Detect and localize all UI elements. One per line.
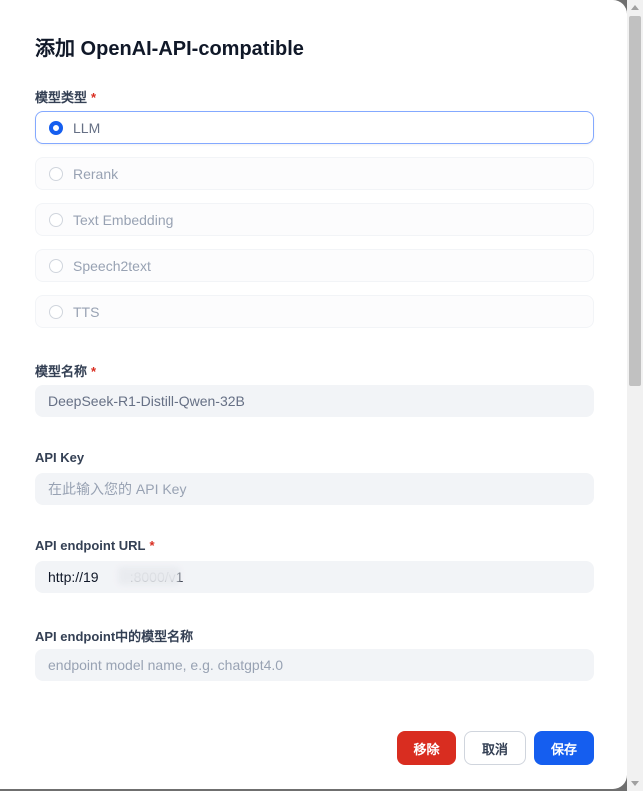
model-name-input[interactable] (35, 385, 594, 417)
radio-unchecked-icon (49, 213, 63, 227)
option-label: Text Embedding (73, 212, 174, 228)
radio-unchecked-icon (49, 305, 63, 319)
add-model-dialog: 添加 OpenAI-API-compatible 模型类型 * LLM Reran… (0, 0, 627, 789)
model-name-label-text: 模型名称 (35, 364, 88, 379)
model-type-label-text: 模型类型 (35, 90, 88, 105)
endpoint-model-name-input[interactable] (35, 649, 594, 681)
model-type-option-text-embedding[interactable]: Text Embedding (35, 203, 594, 236)
endpoint-url-label: API endpoint URL * (35, 538, 155, 553)
redacted-ip-blur (118, 567, 180, 585)
endpoint-model-name-label: API endpoint中的模型名称 (35, 629, 194, 644)
scroll-down-arrow-icon[interactable] (631, 781, 639, 786)
required-mark: * (149, 538, 155, 553)
remove-button[interactable]: 移除 (397, 731, 456, 765)
model-type-label: 模型类型 * (35, 87, 96, 106)
model-name-label: 模型名称 * (35, 361, 96, 380)
model-type-option-llm[interactable]: LLM (35, 111, 594, 144)
scroll-up-arrow-icon[interactable] (631, 5, 639, 10)
save-button[interactable]: 保存 (534, 731, 594, 765)
required-mark: * (91, 364, 97, 379)
option-label: TTS (73, 304, 100, 320)
option-label: Speech2text (73, 258, 151, 274)
vertical-scrollbar[interactable] (627, 0, 643, 791)
required-mark: * (91, 90, 97, 105)
api-key-label: API Key (35, 450, 85, 465)
radio-unchecked-icon (49, 167, 63, 181)
scrollbar-thumb[interactable] (629, 16, 641, 386)
cancel-button[interactable]: 取消 (464, 731, 526, 765)
radio-unchecked-icon (49, 259, 63, 273)
model-type-option-speech2text[interactable]: Speech2text (35, 249, 594, 282)
endpoint-url-label-text: API endpoint URL (35, 538, 146, 553)
model-type-option-tts[interactable]: TTS (35, 295, 594, 328)
option-label: LLM (73, 120, 101, 136)
radio-checked-icon (49, 121, 63, 135)
dialog-title: 添加 OpenAI-API-compatible (35, 38, 304, 60)
api-key-input[interactable] (35, 473, 594, 505)
option-label: Rerank (73, 166, 119, 182)
model-type-option-rerank[interactable]: Rerank (35, 157, 594, 190)
